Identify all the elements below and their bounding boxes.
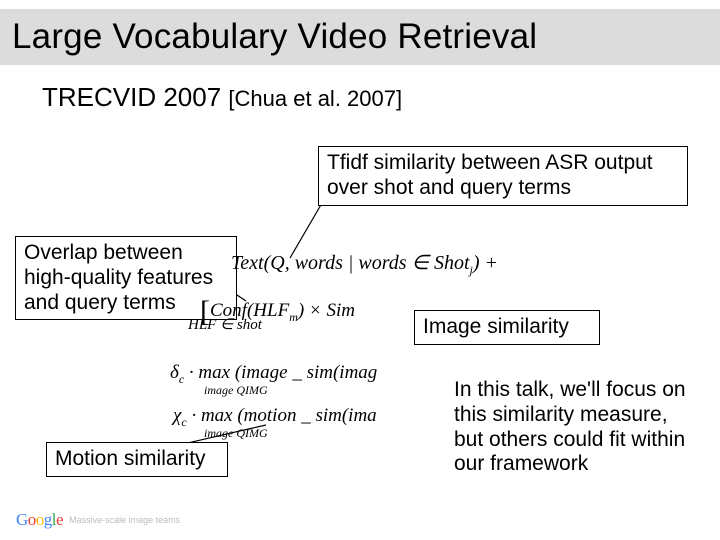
annotation-motion: Motion similarity — [46, 442, 228, 477]
formula-line-1: Text(Q, words | words ∈ Shotj) + — [231, 250, 498, 278]
subtitle-text: TRECVID 2007 — [42, 82, 221, 112]
logo-letter: g — [44, 510, 52, 529]
formula-text: ) × Sim — [298, 300, 355, 321]
formula-text: · max (motion _ sim(ima — [187, 405, 377, 426]
formula-text: image QIMG — [204, 383, 268, 397]
logo-letter: o — [36, 510, 44, 529]
logo-letter: G — [16, 510, 28, 529]
logo-letter: e — [56, 510, 63, 529]
logo-text: Google — [16, 510, 63, 530]
formula-sub: m — [289, 310, 298, 324]
formula-line-5: image QIMG — [204, 383, 268, 398]
formula-text: HLF ∈ shot — [188, 317, 262, 333]
focus-note: In this talk, we'll focus on this simila… — [454, 378, 698, 477]
annotation-tfidf: Tfidf similarity between ASR output over… — [318, 146, 688, 206]
logo-letter: o — [28, 510, 36, 529]
title-bar: Large Vocabulary Video Retrieval — [0, 9, 720, 65]
citation: [Chua et al. 2007] — [228, 86, 402, 111]
formula-line-7: image QIMG — [204, 426, 268, 441]
formula-text: image QIMG — [204, 426, 268, 440]
formula-text: Text — [231, 252, 264, 274]
slide-title: Large Vocabulary Video Retrieval — [12, 17, 537, 57]
logo-tagline: Massive-scale image teams — [69, 516, 180, 525]
formula-text: · max (image _ sim(imag — [184, 362, 377, 383]
subtitle: TRECVID 2007 [Chua et al. 2007] — [42, 82, 402, 113]
formula-line-3: HLF ∈ shot — [188, 315, 262, 334]
formula-text: δ — [170, 362, 179, 383]
google-logo: Google Massive-scale image teams — [16, 510, 180, 530]
formula-text: ) + — [473, 252, 498, 274]
formula-line-4: δc · max (image _ sim(imag — [170, 362, 377, 387]
formula-text: (Q, words | words ∈ Shot — [264, 252, 470, 274]
annotation-image: Image similarity — [414, 310, 600, 345]
